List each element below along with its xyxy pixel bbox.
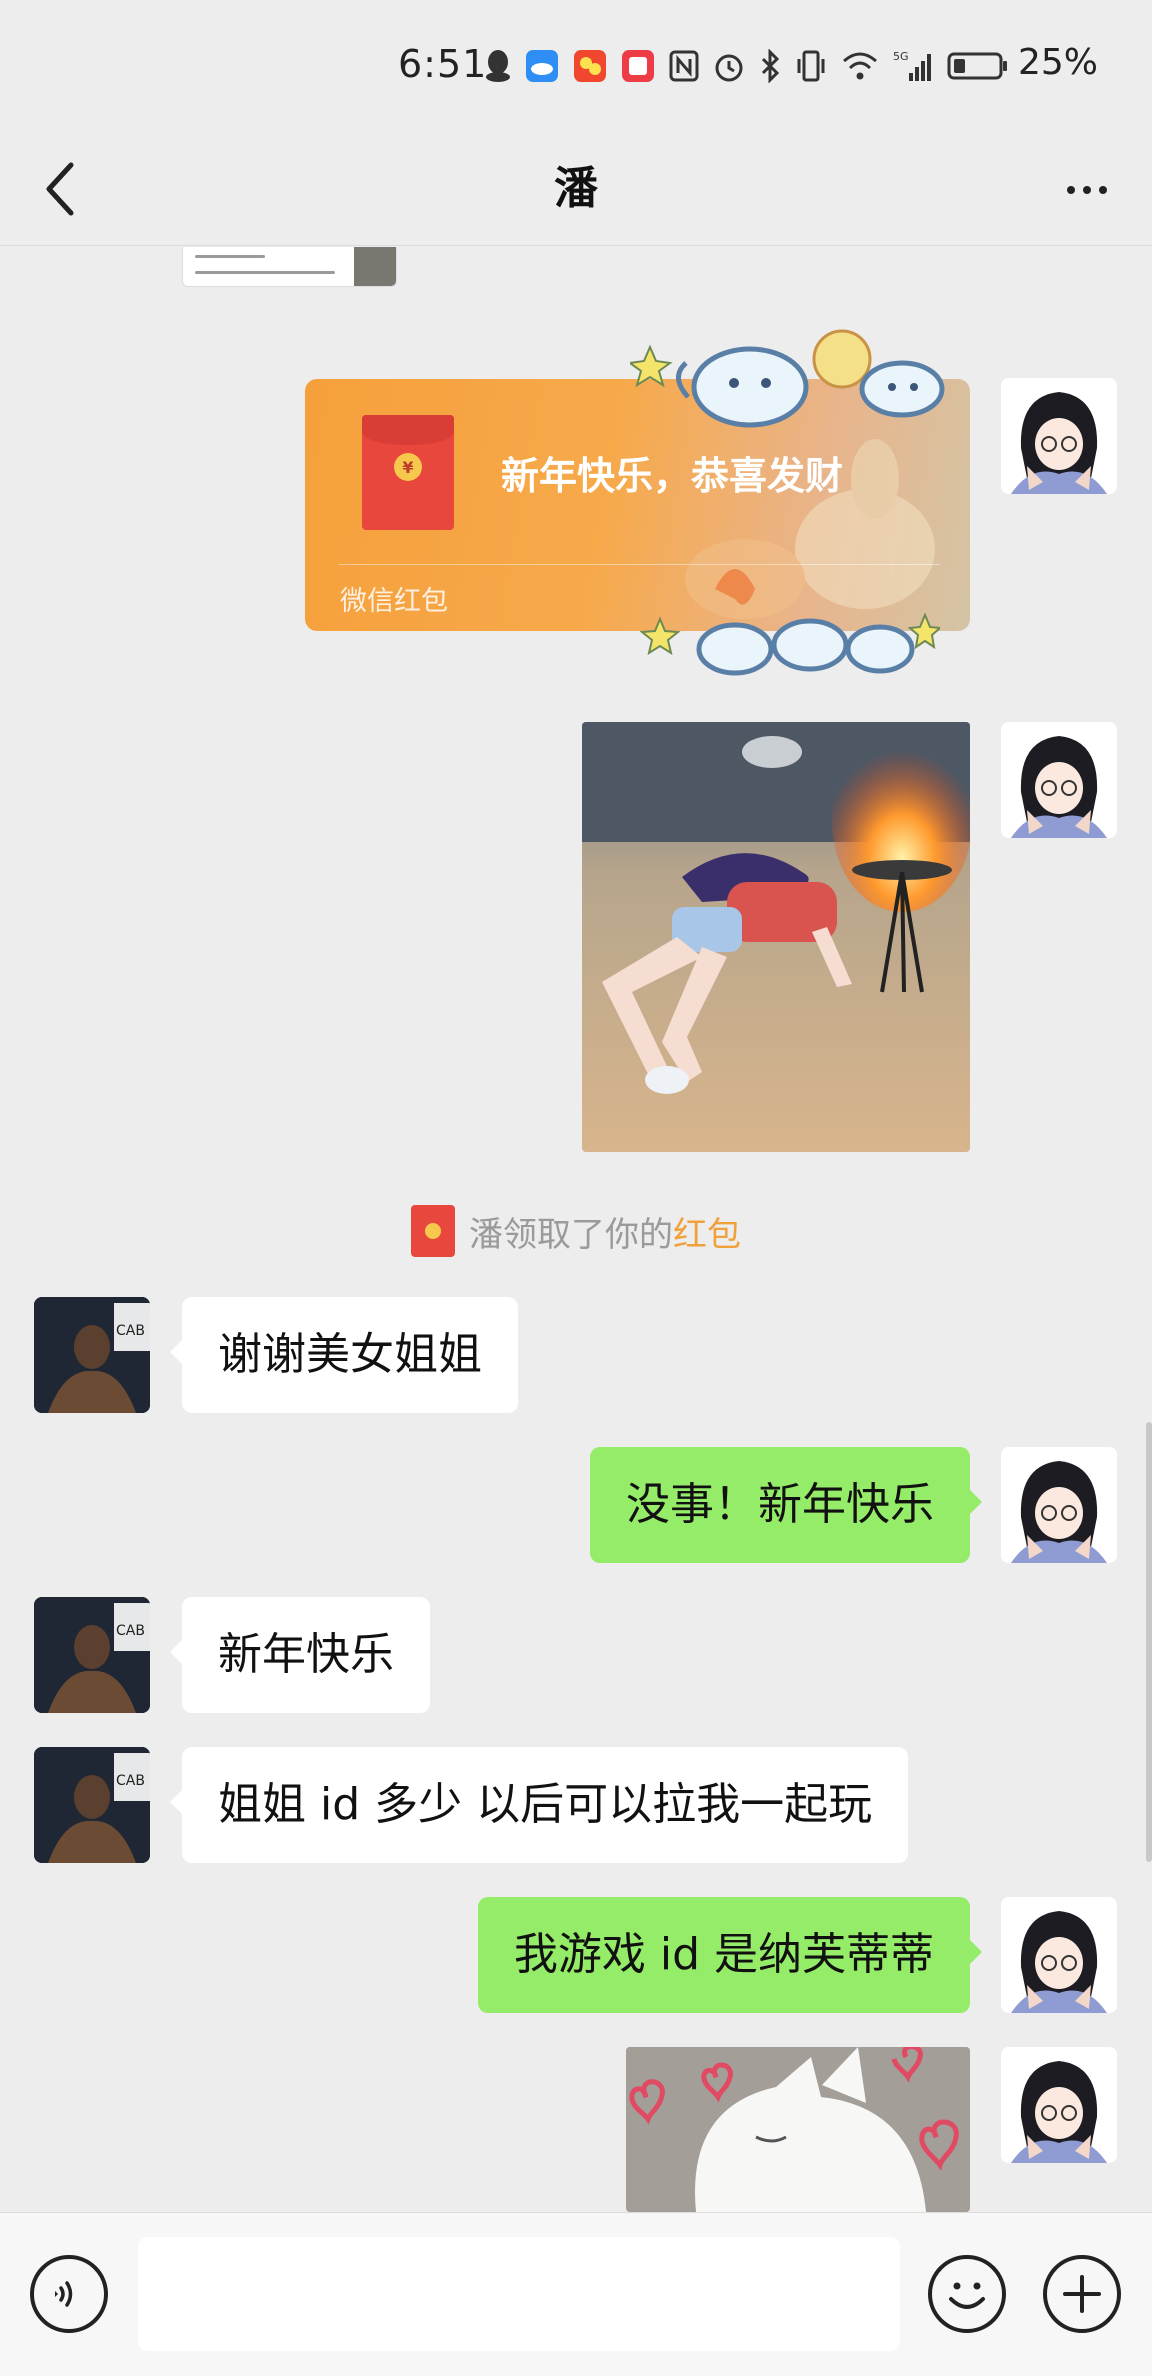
plus-icon (1063, 2275, 1101, 2313)
message-bubble-received[interactable]: 谢谢美女姐姐 (170, 1297, 518, 1413)
self-avatar[interactable] (1001, 1897, 1117, 2013)
battery-icon (947, 48, 1009, 84)
cloud-app-icon (525, 48, 559, 84)
message-text: 新年快乐 (218, 1629, 394, 1680)
cloud-sticker-top (630, 329, 945, 428)
contact-avatar[interactable]: CAB (34, 1747, 150, 1863)
more-button[interactable] (1052, 160, 1122, 220)
message-bubble-sent[interactable]: 我游戏 id 是纳芙蒂蒂 (477, 1897, 983, 2013)
message-bubble-received[interactable]: 姐姐 id 多少 以后可以拉我一起玩 (169, 1747, 909, 1863)
message-bubble-received[interactable]: 新年快乐 (170, 1597, 430, 1713)
message-text: 我游戏 id 是纳芙蒂蒂 (513, 1929, 934, 1980)
vibrate-icon (795, 48, 827, 84)
red-packet-title: 新年快乐，恭喜发财 (501, 454, 844, 498)
image-message-game[interactable] (582, 722, 970, 1152)
svg-text:5G: 5G (893, 50, 909, 63)
chat-title: 潘 (554, 163, 598, 214)
status-time: 6:51 (398, 42, 488, 86)
red-packet-divider (339, 564, 940, 565)
message-bubble-sent[interactable]: 没事！新年快乐 (590, 1447, 982, 1563)
message-text: 谢谢美女姐姐 (218, 1329, 482, 1380)
image-message-partial[interactable] (182, 247, 397, 287)
video-app-icon (573, 48, 607, 84)
signal-icon: 5G (893, 48, 933, 84)
contact-avatar[interactable]: CAB (34, 1297, 150, 1413)
cloud-sticker-bottom (640, 612, 940, 676)
red-packet-link[interactable]: 红包 (673, 1215, 741, 1255)
emoji-icon (949, 2282, 985, 2309)
scrollbar[interactable] (1146, 1422, 1152, 1862)
red-packet-icon (411, 1205, 455, 1257)
more-icon (1067, 186, 1075, 194)
alarm-icon (713, 48, 745, 84)
qq-icon (485, 48, 511, 84)
input-bar (0, 2212, 1152, 2376)
message-text: 没事！新年快乐 (626, 1479, 934, 1530)
voice-icon (55, 2281, 73, 2307)
voice-button[interactable] (30, 2255, 108, 2333)
self-avatar[interactable] (1001, 1447, 1117, 1563)
self-avatar[interactable] (1001, 2047, 1117, 2163)
system-notice-text: 潘领取了你的 (469, 1214, 673, 1255)
bluetooth-icon (759, 48, 781, 84)
message-text: 姐姐 id 多少 以后可以拉我一起玩 (218, 1779, 873, 1830)
book-app-icon (621, 48, 655, 84)
svg-text:CAB: CAB (116, 1773, 145, 1789)
chat-area[interactable]: ¥ 新年快乐，恭喜发财 微信红包 潘领取了你的红包 CAB 谢谢美女姐姐 没事！… (0, 247, 1152, 2212)
chat-header: 潘 (0, 130, 1152, 246)
status-icons: 5G (485, 46, 1009, 86)
nfc-icon (669, 48, 699, 84)
battery-percent: 25% (1018, 42, 1099, 83)
image-message-cat[interactable] (626, 2047, 970, 2212)
contact-avatar[interactable]: CAB (34, 1597, 150, 1713)
svg-text:CAB: CAB (116, 1323, 145, 1339)
status-bar: 6:51 5G 25% (0, 0, 1152, 130)
self-avatar[interactable] (1001, 722, 1117, 838)
emoji-button[interactable] (928, 2255, 1006, 2333)
message-input[interactable] (138, 2237, 900, 2351)
red-packet-icon: ¥ (362, 415, 454, 530)
svg-text:CAB: CAB (116, 1623, 145, 1639)
red-packet-label: 微信红包 (340, 586, 448, 617)
system-notice: 潘领取了你的红包 (0, 1203, 1152, 1259)
more-actions-button[interactable] (1043, 2255, 1121, 2333)
self-avatar[interactable] (1001, 378, 1117, 494)
wifi-icon (841, 48, 879, 84)
